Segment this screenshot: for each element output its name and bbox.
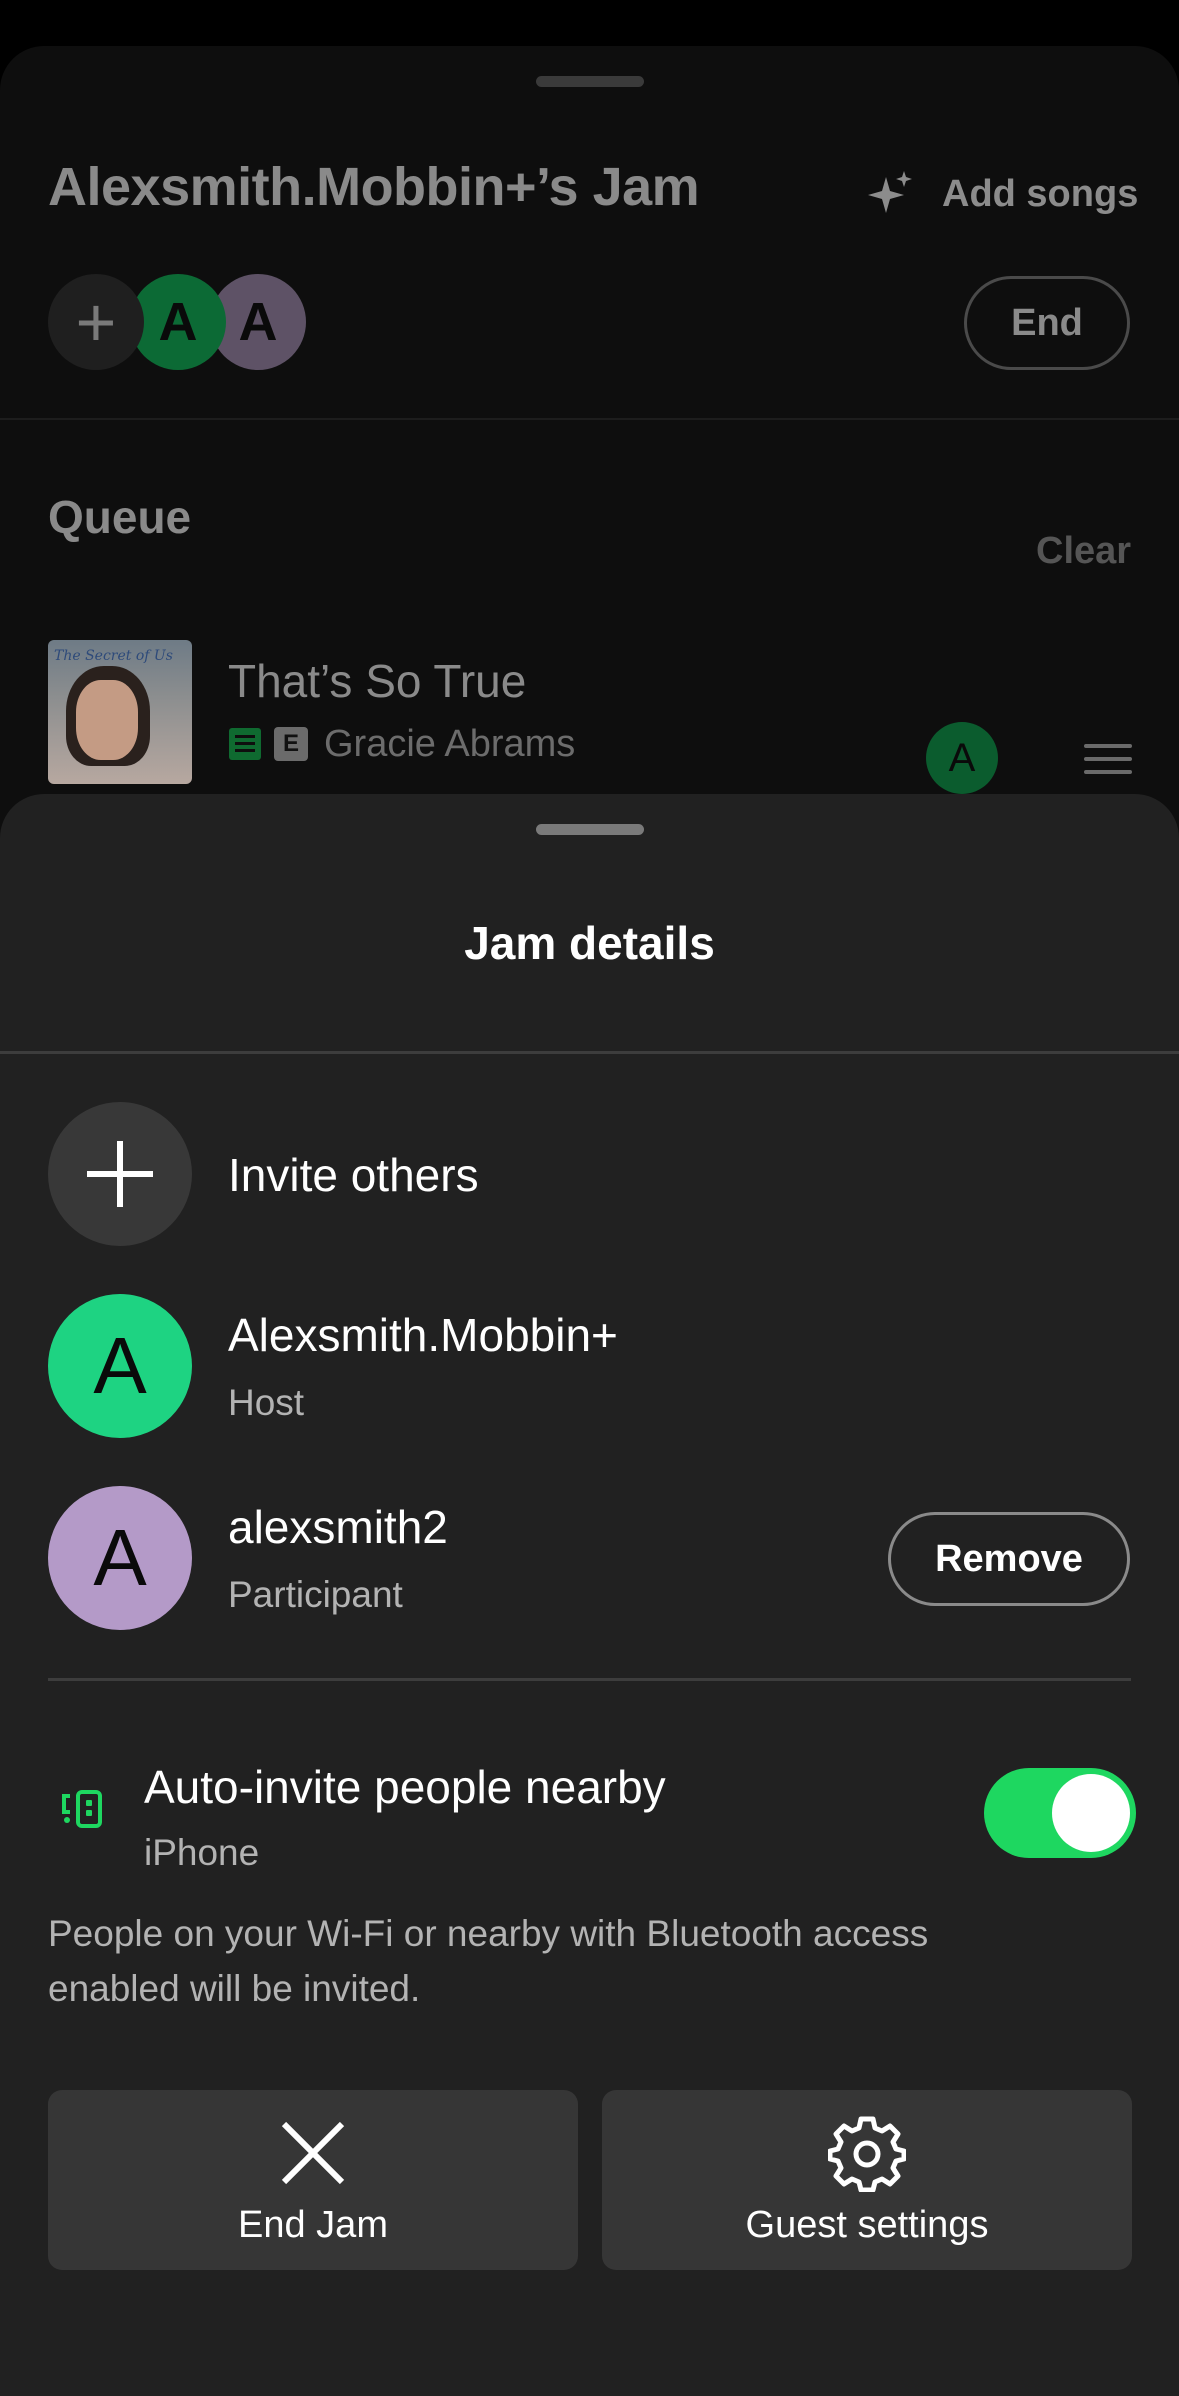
remove-participant-button[interactable]: Remove [888,1512,1130,1606]
avatar[interactable]: A [130,274,226,370]
jam-title: Alexsmith.Mobbin+’s Jam [48,157,700,217]
sheet-title: Jam details [464,917,715,969]
divider [48,1678,1131,1681]
track-meta: E Gracie Abrams [228,722,576,765]
participant-row-host: A Alexsmith.Mobbin+ Host [0,1294,1179,1438]
auto-invite-device: iPhone [144,1832,260,1873]
queue-item[interactable]: The Secret of Us That’s So True E Gracie… [0,640,1179,794]
divider [0,1051,1179,1054]
clear-queue-button[interactable]: Clear [1036,530,1131,573]
jam-details-sheet: Jam details Invite others A Alexsmith.Mo… [0,794,1179,2396]
sheet-drag-handle[interactable] [536,824,644,835]
invite-others-label: Invite others [228,1149,479,1201]
album-art-face [76,680,138,760]
auto-invite-toggle[interactable] [984,1768,1136,1858]
gear-icon [828,2116,906,2192]
end-jam-button[interactable]: End Jam [48,2090,578,2270]
invite-button[interactable] [48,1102,192,1246]
participant-row-guest: A alexsmith2 Participant Remove [0,1486,1179,1630]
toggle-knob [1052,1774,1130,1852]
album-art-title: The Secret of Us [54,648,173,664]
sparkle-icon [868,171,912,213]
participant-name: Alexsmith.Mobbin+ [228,1309,618,1361]
avatar: A [48,1294,192,1438]
track-artist: Gracie Abrams [324,722,576,765]
close-icon [281,2121,345,2185]
album-art: The Secret of Us [48,640,192,784]
drag-handle-icon[interactable] [1084,744,1132,774]
plus-icon [87,1141,153,1207]
jam-drag-handle[interactable] [536,76,644,87]
guest-settings-label: Guest settings [745,2204,989,2246]
participant-name: alexsmith2 [228,1501,448,1553]
auto-invite-title: Auto-invite people nearby [144,1761,666,1813]
participant-role: Host [228,1382,305,1423]
track-title: That’s So True [228,655,527,707]
divider [0,418,1179,420]
add-participant-button[interactable]: + [48,274,144,370]
add-songs-button[interactable]: Add songs [866,164,1138,224]
added-by-avatar: A [926,722,998,794]
explicit-badge: E [274,727,308,761]
lyrics-icon [229,728,261,760]
auto-invite-row: Auto-invite people nearby iPhone [0,1760,1179,1873]
end-button[interactable]: End [964,276,1130,370]
participant-avatars: + A A [48,274,308,370]
invite-others-row[interactable]: Invite others [0,1102,1179,1246]
end-jam-label: End Jam [238,2204,388,2246]
auto-invite-note: People on your Wi-Fi or nearby with Blue… [48,1913,929,2009]
guest-settings-button[interactable]: Guest settings [602,2090,1132,2270]
nearby-devices-icon [62,1790,102,1828]
queue-heading: Queue [48,491,192,543]
add-songs-label: Add songs [942,172,1139,215]
avatar: A [48,1486,192,1630]
participant-role: Participant [228,1574,403,1615]
